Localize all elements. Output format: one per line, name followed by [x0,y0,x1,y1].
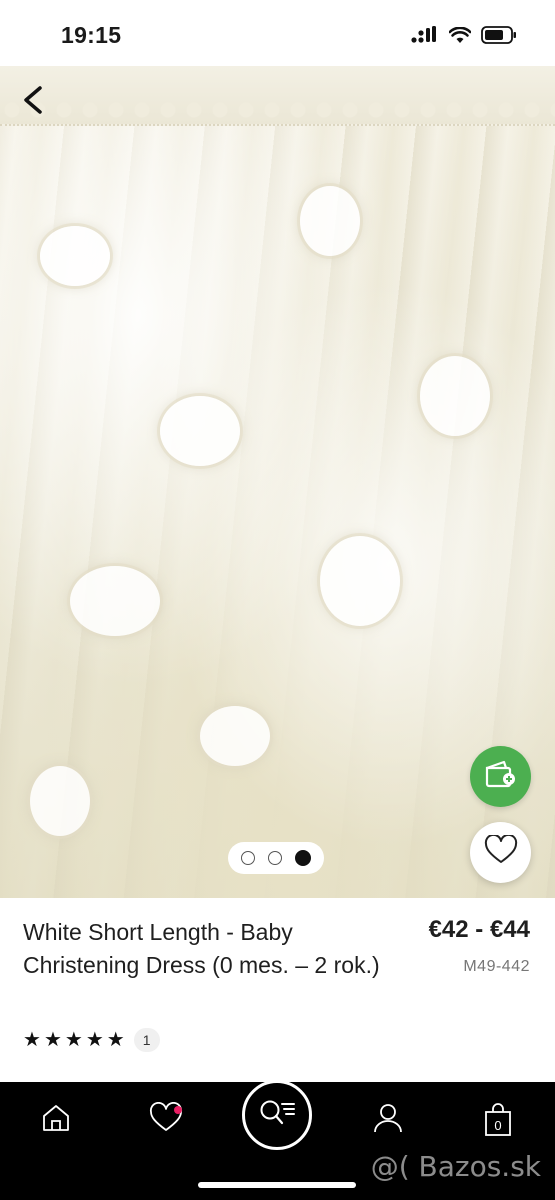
product-price: €42 - €44 [428,916,530,943]
wallet-add-icon [484,759,518,794]
cellular-signal-icon [411,26,439,49]
heart-icon [148,1101,184,1139]
lace-flower-decoration [320,536,400,626]
gallery-dot-3-active[interactable] [295,850,311,866]
cart-bag-icon: 0 [482,1103,514,1137]
product-sku: M49-442 [463,958,530,975]
product-title: White Short Length - Baby Christening Dr… [23,919,380,978]
lace-flower-decoration [160,396,240,466]
status-bar: 19:15 [0,0,555,66]
lace-flower-decoration [300,186,360,256]
nav-account[interactable] [368,1100,408,1140]
add-to-wallet-button[interactable] [470,746,531,807]
watermark: @( Bazos.sk [370,1150,541,1183]
lace-flower-decoration [30,766,90,836]
wifi-icon [448,26,472,49]
user-icon [372,1102,404,1139]
nav-search-menu-button[interactable] [242,1080,312,1150]
gallery-pagination [228,842,324,874]
star-icon: ★ [43,1029,62,1051]
star-icon: ★ [64,1029,83,1051]
search-menu-icon [258,1098,296,1133]
gallery-dot-1[interactable] [241,851,255,865]
review-count-badge: 1 [133,1028,160,1052]
star-icon: ★ [85,1029,104,1051]
home-indicator [198,1182,356,1188]
status-time: 19:15 [61,22,122,48]
heart-outline-icon [484,833,518,870]
back-button[interactable] [14,78,54,122]
nav-home[interactable] [36,1100,76,1140]
product-rating[interactable]: ★ ★ ★ ★ ★ 1 [23,1028,160,1052]
nav-favorites[interactable] [146,1100,186,1140]
home-icon [40,1103,72,1138]
lace-flower-decoration [40,226,110,286]
lace-flower-decoration [70,566,160,636]
battery-icon [481,26,517,49]
lace-waistband-image-detail [0,66,555,126]
status-icons [411,26,517,49]
lace-flower-decoration [200,706,270,766]
favorites-notification-dot [174,1105,182,1114]
star-icon: ★ [23,1029,41,1051]
lace-flower-decoration [420,356,490,436]
star-icon: ★ [106,1029,125,1051]
add-to-favorites-button[interactable] [470,822,531,883]
cart-count: 0 [494,1118,502,1133]
nav-cart[interactable]: 0 [478,1100,518,1140]
chevron-left-icon [14,86,54,126]
gallery-dot-2[interactable] [268,851,282,865]
